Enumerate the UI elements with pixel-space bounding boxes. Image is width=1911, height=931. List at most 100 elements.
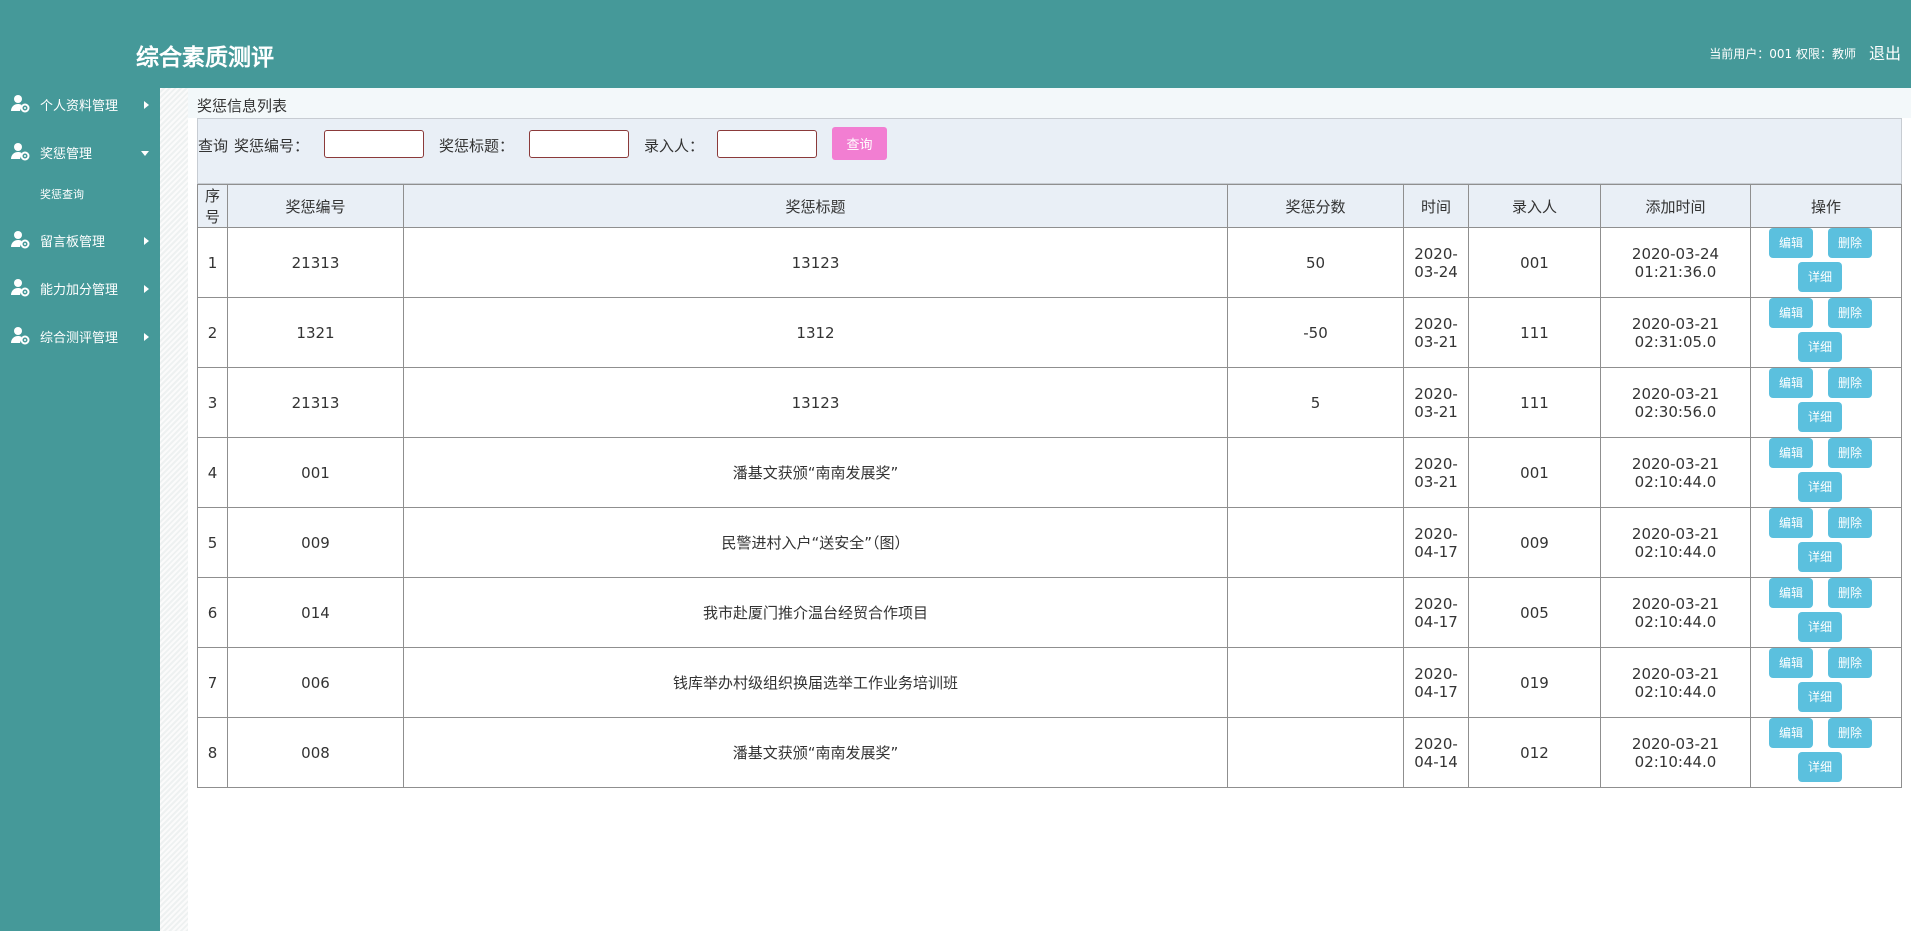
sidebar-item-evaluation[interactable]: 综合测评管理 bbox=[0, 320, 160, 350]
detail-button[interactable]: 详细 bbox=[1798, 752, 1842, 782]
sidebar-subitem-reward-query[interactable]: 奖惩查询 bbox=[40, 186, 84, 202]
sidebar-item-rewards[interactable]: 奖惩管理 bbox=[0, 136, 160, 166]
cell-date: 2020-03-21 bbox=[1403, 367, 1469, 438]
edit-button[interactable]: 编辑 bbox=[1769, 438, 1813, 468]
cell-score bbox=[1227, 717, 1404, 788]
current-user-info: 当前用户：001 权限：教师 bbox=[1709, 47, 1856, 61]
sidebar-item-messageboard[interactable]: 留言板管理 bbox=[0, 224, 160, 254]
cell-title: 13123 bbox=[403, 367, 1228, 438]
delete-button[interactable]: 删除 bbox=[1828, 508, 1872, 538]
table-row: 8 008 潘基文获颁“南南发展奖” 2020-04-14 012 2020-03-21 … bbox=[197, 717, 1902, 788]
header-score: 奖惩分数 bbox=[1227, 184, 1404, 228]
breadcrumb: 奖惩信息列表 bbox=[197, 97, 288, 115]
cell-actions: 编辑 删除详细 bbox=[1750, 227, 1902, 298]
cell-title: 13123 bbox=[403, 227, 1228, 298]
edit-button[interactable]: 编辑 bbox=[1769, 648, 1813, 678]
cell-no: 7 bbox=[197, 647, 228, 718]
cell-code: 014 bbox=[227, 577, 404, 648]
sidebar: 个人资料管理 奖惩管理 奖惩查询 留言板管理 能力加分管理 综合测评管理 bbox=[0, 88, 160, 931]
cell-entrant: 001 bbox=[1468, 227, 1601, 298]
detail-button[interactable]: 详细 bbox=[1798, 262, 1842, 292]
cell-no: 3 bbox=[197, 367, 228, 438]
delete-button[interactable]: 删除 bbox=[1828, 438, 1872, 468]
user-gear-icon bbox=[11, 327, 30, 345]
query-button[interactable]: 查询 bbox=[832, 127, 887, 160]
logout-link[interactable]: 退出 bbox=[1869, 40, 1901, 64]
sidebar-item-profile[interactable]: 个人资料管理 bbox=[0, 88, 160, 118]
table-row: 4 001 潘基文获颁“南南发展奖” 2020-03-21 001 2020-03-21 … bbox=[197, 437, 1902, 508]
user-gear-icon bbox=[11, 231, 30, 249]
cell-date: 2020-04-17 bbox=[1403, 647, 1469, 718]
caret-down-icon bbox=[141, 151, 149, 156]
caret-right-icon bbox=[144, 285, 149, 293]
cell-added: 2020-03-21 02:10:44.0 bbox=[1600, 577, 1751, 648]
cell-date: 2020-03-21 bbox=[1403, 437, 1469, 508]
cell-actions: 编辑 删除详细 bbox=[1750, 437, 1902, 508]
cell-code: 009 bbox=[227, 507, 404, 578]
edit-button[interactable]: 编辑 bbox=[1769, 228, 1813, 258]
cell-added: 2020-03-21 02:10:44.0 bbox=[1600, 717, 1751, 788]
delete-button[interactable]: 删除 bbox=[1828, 648, 1872, 678]
sidebar-item-label: 个人资料管理 bbox=[40, 99, 119, 114]
header-no: 序号 bbox=[197, 184, 228, 228]
cell-added: 2020-03-21 02:10:44.0 bbox=[1600, 507, 1751, 578]
sidebar-item-label: 能力加分管理 bbox=[40, 283, 119, 298]
cell-entrant: 111 bbox=[1468, 367, 1601, 438]
delete-button[interactable]: 删除 bbox=[1828, 298, 1872, 328]
cell-code: 008 bbox=[227, 717, 404, 788]
header-title: 奖惩标题 bbox=[403, 184, 1228, 228]
cell-date: 2020-03-21 bbox=[1403, 297, 1469, 368]
header-actions: 操作 bbox=[1750, 184, 1902, 228]
cell-added: 2020-03-21 02:10:44.0 bbox=[1600, 647, 1751, 718]
cell-score bbox=[1227, 647, 1404, 718]
user-gear-icon bbox=[11, 279, 30, 297]
cell-title: 民警进村入户“送安全”（图） bbox=[403, 507, 1228, 578]
cell-date: 2020-04-17 bbox=[1403, 577, 1469, 648]
rewards-table: 序号 奖惩编号 奖惩标题 奖惩分数 时间 录入人 添加时间 操作 1 21313 1… bbox=[197, 184, 1902, 788]
detail-button[interactable]: 详细 bbox=[1798, 402, 1842, 432]
detail-button[interactable]: 详细 bbox=[1798, 682, 1842, 712]
cell-code: 006 bbox=[227, 647, 404, 718]
cell-title: 潘基文获颁“南南发展奖” bbox=[403, 717, 1228, 788]
sidebar-item-label: 综合测评管理 bbox=[40, 331, 119, 346]
delete-button[interactable]: 删除 bbox=[1828, 228, 1872, 258]
cell-no: 5 bbox=[197, 507, 228, 578]
cell-no: 6 bbox=[197, 577, 228, 648]
reward-title-input[interactable] bbox=[529, 130, 629, 158]
cell-no: 2 bbox=[197, 297, 228, 368]
cell-added: 2020-03-21 02:31:05.0 bbox=[1600, 297, 1751, 368]
detail-button[interactable]: 详细 bbox=[1798, 472, 1842, 502]
edit-button[interactable]: 编辑 bbox=[1769, 578, 1813, 608]
cell-added: 2020-03-21 02:10:44.0 bbox=[1600, 437, 1751, 508]
detail-button[interactable]: 详细 bbox=[1798, 612, 1842, 642]
cell-actions: 编辑 删除详细 bbox=[1750, 717, 1902, 788]
cell-actions: 编辑 删除详细 bbox=[1750, 297, 1902, 368]
cell-title: 1312 bbox=[403, 297, 1228, 368]
caret-right-icon bbox=[144, 101, 149, 109]
table-row: 1 21313 13123 50 2020-03-24 001 2020-03-24 01:… bbox=[197, 227, 1902, 298]
reward-code-input[interactable] bbox=[324, 130, 424, 158]
sidebar-item-label: 留言板管理 bbox=[40, 235, 106, 250]
delete-button[interactable]: 删除 bbox=[1828, 718, 1872, 748]
edit-button[interactable]: 编辑 bbox=[1769, 368, 1813, 398]
entrant-input[interactable] bbox=[717, 130, 817, 158]
table-row: 3 21313 13123 5 2020-03-21 111 2020-03-21 02:3… bbox=[197, 367, 1902, 438]
cell-no: 4 bbox=[197, 437, 228, 508]
header-date: 时间 bbox=[1403, 184, 1469, 228]
delete-button[interactable]: 删除 bbox=[1828, 578, 1872, 608]
cell-entrant: 019 bbox=[1468, 647, 1601, 718]
cell-date: 2020-04-17 bbox=[1403, 507, 1469, 578]
table-row: 5 009 民警进村入户“送安全”（图） 2020-04-17 009 2020-03-2… bbox=[197, 507, 1902, 578]
detail-button[interactable]: 详细 bbox=[1798, 332, 1842, 362]
caret-right-icon bbox=[144, 333, 149, 341]
edit-button[interactable]: 编辑 bbox=[1769, 298, 1813, 328]
cell-no: 8 bbox=[197, 717, 228, 788]
header-added: 添加时间 bbox=[1600, 184, 1751, 228]
table-row: 2 1321 1312 -50 2020-03-21 111 2020-03-21 02:3… bbox=[197, 297, 1902, 368]
detail-button[interactable]: 详细 bbox=[1798, 542, 1842, 572]
sidebar-item-ability-bonus[interactable]: 能力加分管理 bbox=[0, 272, 160, 302]
delete-button[interactable]: 删除 bbox=[1828, 368, 1872, 398]
edit-button[interactable]: 编辑 bbox=[1769, 718, 1813, 748]
search-bar: 查询 奖惩编号： 奖惩标题： 录入人： 查询 bbox=[197, 118, 1902, 184]
edit-button[interactable]: 编辑 bbox=[1769, 508, 1813, 538]
